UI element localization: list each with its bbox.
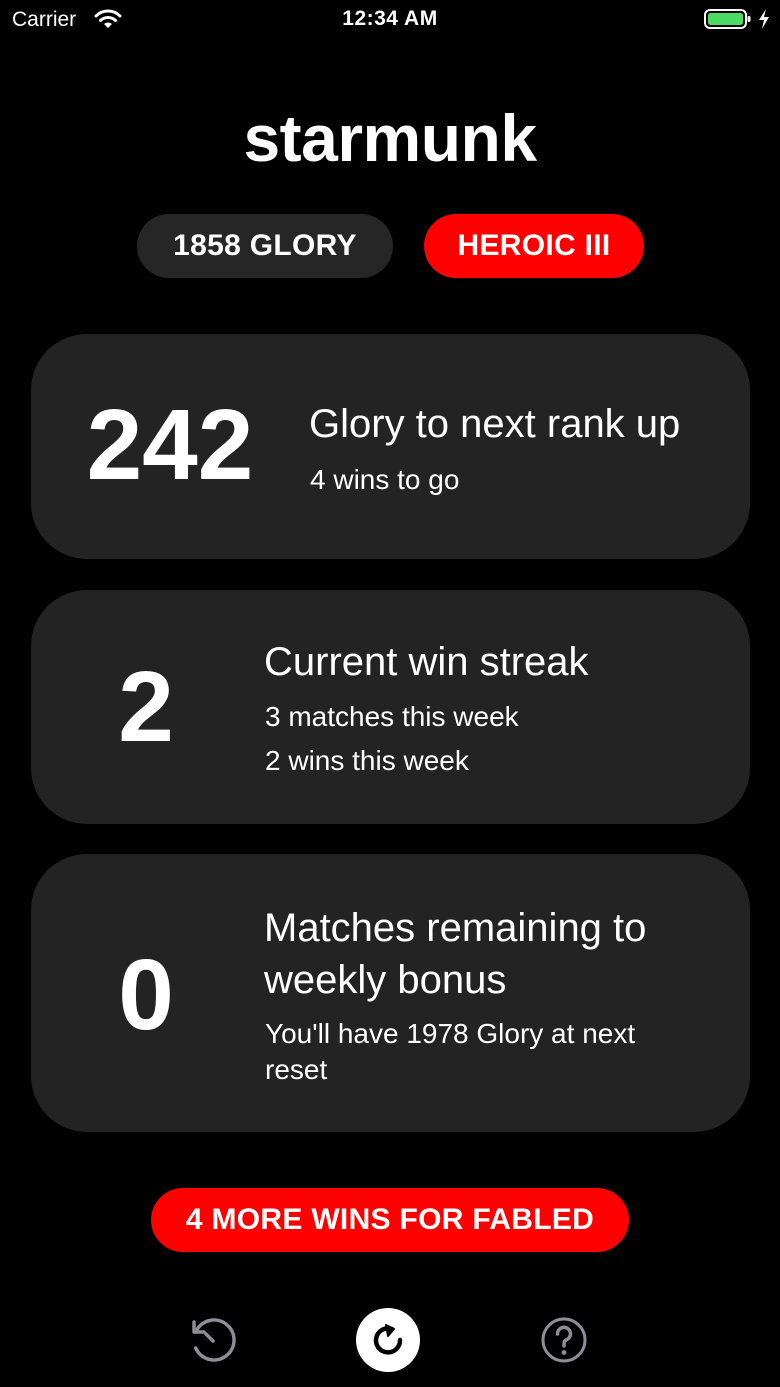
history-tab-button[interactable] [181, 1308, 245, 1372]
rank-badge: HEROIC III [424, 214, 644, 278]
weekly-matches-label: 3 matches this week [265, 701, 519, 732]
glory-to-rank-number: 242 [86, 389, 254, 501]
refresh-icon [373, 1324, 403, 1355]
help-icon [541, 1317, 587, 1363]
rank-up-title: Glory to next rank up [309, 402, 681, 446]
username-title: starmunk [243, 101, 537, 175]
charging-bolt-icon [759, 9, 769, 29]
status-bar: Carrier 12:34 AM [0, 0, 780, 40]
weekly-bonus-subtitle: You'll have 1978 Glory at next reset [265, 1018, 636, 1085]
battery-icon [704, 9, 751, 29]
rank-up-card: 242 Glory to next rank up 4 wins to go [31, 334, 750, 559]
win-streak-title: Current win streak [264, 640, 589, 684]
win-streak-number: 2 [118, 651, 174, 763]
refresh-tab-button[interactable] [356, 1308, 420, 1372]
rank-up-subtitle: 4 wins to go [310, 464, 460, 495]
weekly-bonus-card: 0 Matches remaining to weekly bonus You'… [31, 854, 750, 1132]
help-tab-button[interactable] [532, 1308, 596, 1372]
matches-remaining-number: 0 [118, 939, 174, 1051]
win-streak-card: 2 Current win streak 3 matches this week… [31, 590, 750, 824]
weekly-wins-label: 2 wins this week [265, 745, 469, 776]
history-icon [192, 1318, 236, 1362]
app-screen: Carrier 12:34 AM starmunk 1858 GLORY HER… [0, 0, 780, 1387]
weekly-bonus-title: Matches remaining to weekly bonus [264, 906, 647, 1002]
status-clock: 12:34 AM [342, 7, 438, 30]
wins-for-fabled-button[interactable]: 4 MORE WINS FOR FABLED [151, 1188, 629, 1252]
glory-badge: 1858 GLORY [137, 214, 393, 278]
